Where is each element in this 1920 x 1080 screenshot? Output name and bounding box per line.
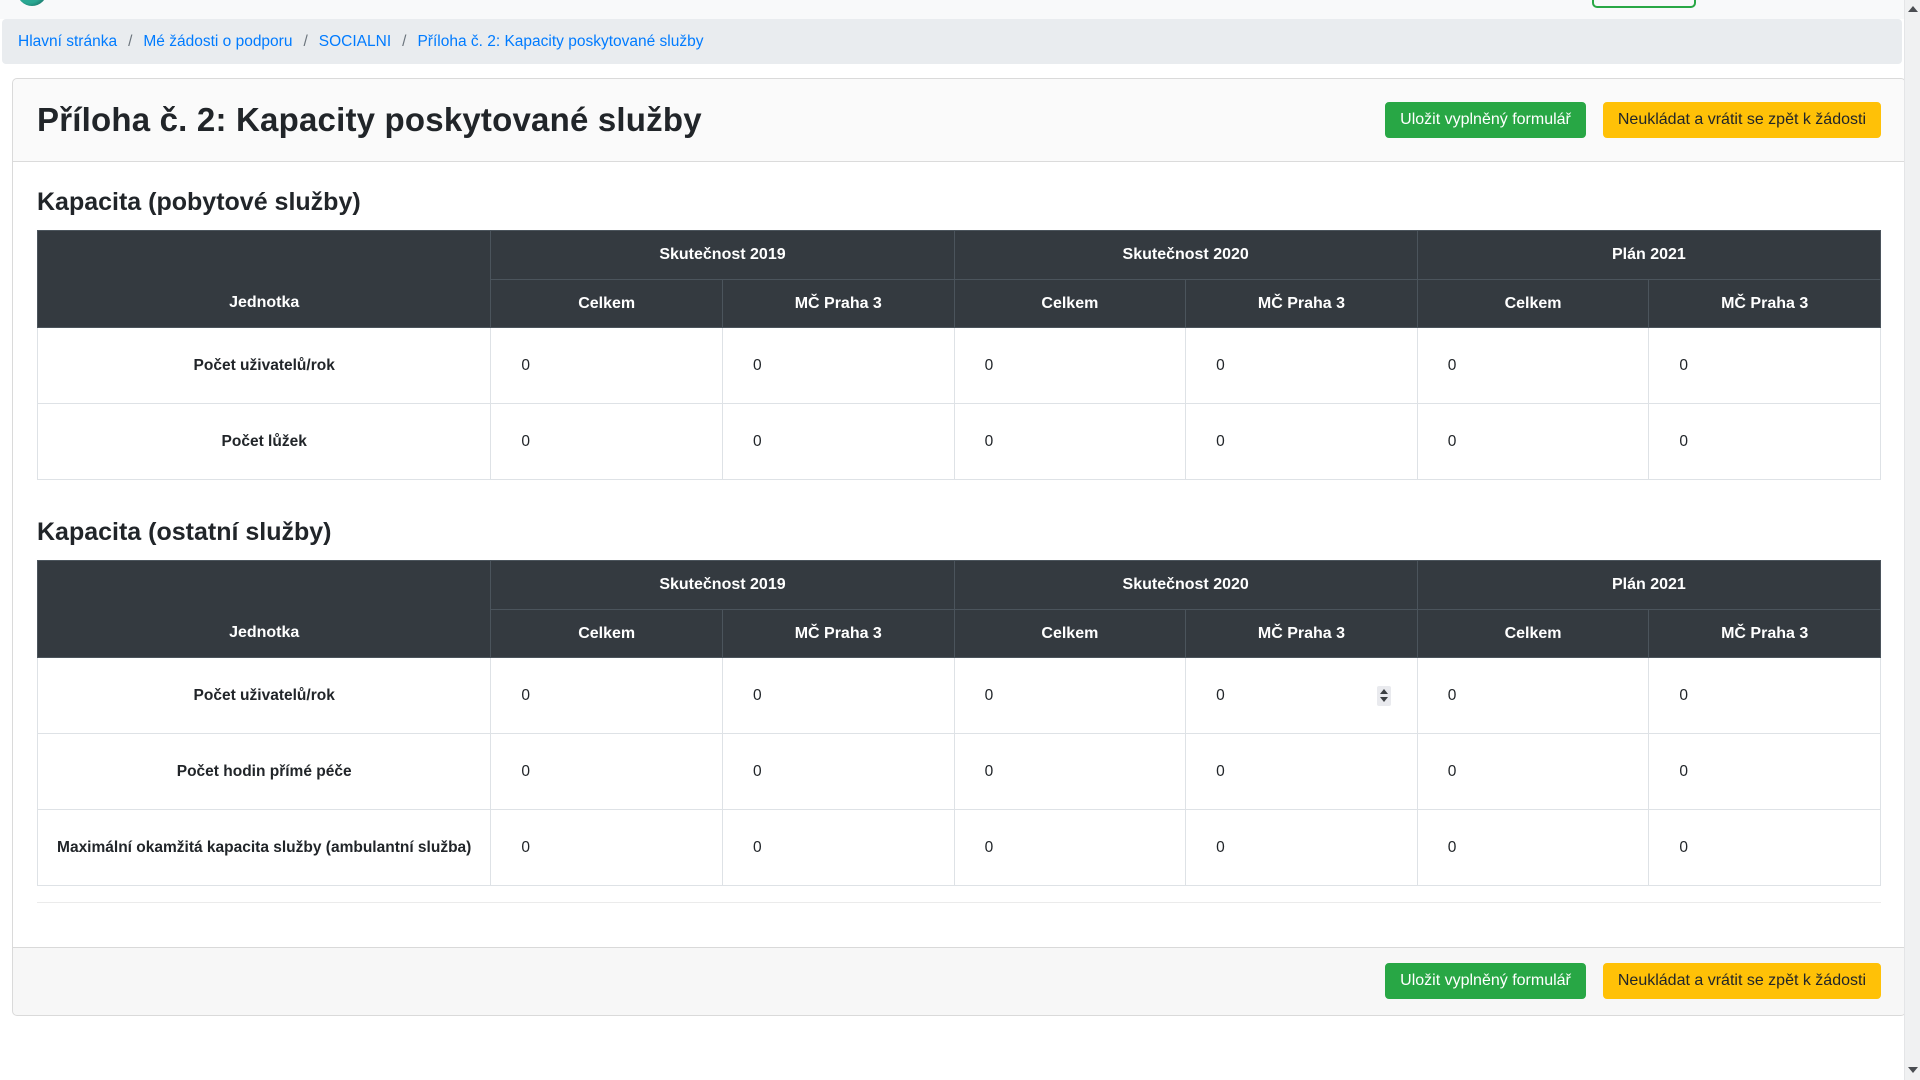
column-header-celkem: Celkem <box>491 610 723 658</box>
top-navbar <box>0 0 1920 19</box>
column-group-plan-2021: Plán 2021 <box>1417 561 1880 610</box>
value-input[interactable] <box>1649 735 1880 809</box>
column-header-mc-praha-3: MČ Praha 3 <box>1649 280 1881 328</box>
breadcrumb-separator: / <box>303 33 307 51</box>
capacity-table-pobytove: Jednotka Skutečnost 2019 Skutečnost 2020… <box>37 230 1881 480</box>
value-input[interactable] <box>1418 811 1649 885</box>
row-label: Počet uživatelů/rok <box>38 328 491 404</box>
column-group-skutecnost-2019: Skutečnost 2019 <box>491 231 954 280</box>
section-title-pobytove: Kapacita (pobytové služby) <box>37 188 1881 217</box>
value-input[interactable] <box>1186 405 1417 479</box>
value-input[interactable] <box>723 811 954 885</box>
breadcrumb-separator: / <box>402 33 406 51</box>
value-input[interactable] <box>955 405 1186 479</box>
value-input[interactable] <box>723 735 954 809</box>
column-header-jednotka: Jednotka <box>38 231 491 328</box>
value-input[interactable] <box>1418 329 1649 403</box>
table-row: Počet uživatelů/rok <box>38 328 1881 404</box>
table-row: Maximální okamžitá kapacita služby (ambu… <box>38 810 1881 886</box>
back-without-save-button-top[interactable]: Neukládat a vrátit se zpět k žádosti <box>1603 102 1881 138</box>
row-label: Počet uživatelů/rok <box>38 658 491 734</box>
breadcrumb-current-link[interactable]: Příloha č. 2: Kapacity poskytované služb… <box>417 33 703 51</box>
app-logo[interactable] <box>17 0 47 6</box>
column-header-mc-praha-3: MČ Praha 3 <box>722 610 954 658</box>
vertical-scrollbar[interactable] <box>1904 0 1920 1080</box>
value-input[interactable] <box>491 735 722 809</box>
number-input-spinner[interactable] <box>1377 686 1391 706</box>
value-input[interactable] <box>491 329 722 403</box>
card-footer: Uložit vyplněný formulář Neukládat a vrá… <box>13 947 1905 1015</box>
column-header-celkem: Celkem <box>1417 610 1649 658</box>
value-input[interactable] <box>723 659 954 733</box>
scroll-up-icon[interactable] <box>1908 6 1918 12</box>
breadcrumb-home-link[interactable]: Hlavní stránka <box>18 33 117 51</box>
spinner-down-icon[interactable] <box>1380 697 1388 702</box>
value-input[interactable] <box>1649 405 1880 479</box>
column-header-mc-praha-3: MČ Praha 3 <box>1186 280 1418 328</box>
save-form-button-top[interactable]: Uložit vyplněný formulář <box>1385 102 1586 138</box>
row-label: Maximální okamžitá kapacita služby (ambu… <box>38 810 491 886</box>
card-body: Kapacita (pobytové služby) Jednotka Skut… <box>13 162 1905 947</box>
spinner-up-icon[interactable] <box>1380 689 1388 694</box>
value-input[interactable] <box>1186 735 1417 809</box>
value-input[interactable] <box>723 329 954 403</box>
column-group-skutecnost-2020: Skutečnost 2020 <box>954 231 1417 280</box>
value-input[interactable] <box>1418 405 1649 479</box>
section-divider <box>37 902 1881 903</box>
column-header-celkem: Celkem <box>954 610 1186 658</box>
column-header-jednotka: Jednotka <box>38 561 491 658</box>
value-input[interactable] <box>1418 659 1649 733</box>
value-input[interactable] <box>1186 811 1417 885</box>
save-form-button-bottom[interactable]: Uložit vyplněný formulář <box>1385 963 1586 999</box>
value-input[interactable] <box>723 405 954 479</box>
value-input[interactable] <box>491 405 722 479</box>
value-input[interactable] <box>955 735 1186 809</box>
header-actions: Uložit vyplněný formulář Neukládat a vrá… <box>1385 102 1881 138</box>
back-without-save-button-bottom[interactable]: Neukládat a vrátit se zpět k žádosti <box>1603 963 1881 999</box>
breadcrumb-separator: / <box>128 33 132 51</box>
column-header-mc-praha-3: MČ Praha 3 <box>1186 610 1418 658</box>
value-input[interactable] <box>955 329 1186 403</box>
column-header-mc-praha-3: MČ Praha 3 <box>722 280 954 328</box>
value-input[interactable] <box>955 659 1186 733</box>
row-label: Počet lůžek <box>38 404 491 480</box>
form-card: Příloha č. 2: Kapacity poskytované služb… <box>12 78 1906 1016</box>
card-header: Příloha č. 2: Kapacity poskytované služb… <box>13 79 1905 162</box>
column-header-celkem: Celkem <box>1417 280 1649 328</box>
value-input[interactable] <box>1418 735 1649 809</box>
column-group-plan-2021: Plán 2021 <box>1417 231 1880 280</box>
table-row: Počet uživatelů/rok <box>38 658 1881 734</box>
value-input[interactable] <box>955 811 1186 885</box>
value-input[interactable] <box>1649 659 1880 733</box>
value-input[interactable] <box>491 659 722 733</box>
breadcrumb-socialni-link[interactable]: SOCIALNI <box>319 33 391 51</box>
row-label: Počet hodin přímé péče <box>38 734 491 810</box>
column-group-skutecnost-2020: Skutečnost 2020 <box>954 561 1417 610</box>
scroll-down-icon[interactable] <box>1908 1067 1918 1073</box>
column-group-skutecnost-2019: Skutečnost 2019 <box>491 561 954 610</box>
column-header-celkem: Celkem <box>491 280 723 328</box>
breadcrumb-requests-link[interactable]: Mé žádosti o podporu <box>143 33 292 51</box>
page-title: Příloha č. 2: Kapacity poskytované služb… <box>37 101 702 139</box>
column-header-celkem: Celkem <box>954 280 1186 328</box>
table-row: Počet hodin přímé péče <box>38 734 1881 810</box>
value-input[interactable] <box>1186 329 1417 403</box>
value-input[interactable] <box>491 811 722 885</box>
capacity-table-ostatni: Jednotka Skutečnost 2019 Skutečnost 2020… <box>37 560 1881 886</box>
table-row: Počet lůžek <box>38 404 1881 480</box>
value-input[interactable] <box>1649 329 1880 403</box>
breadcrumb: Hlavní stránka / Mé žádosti o podporu / … <box>2 19 1902 64</box>
column-header-mc-praha-3: MČ Praha 3 <box>1649 610 1881 658</box>
value-input[interactable] <box>1649 811 1880 885</box>
section-title-ostatni: Kapacita (ostatní služby) <box>37 518 1881 547</box>
navbar-outline-button-partial[interactable] <box>1592 0 1696 8</box>
